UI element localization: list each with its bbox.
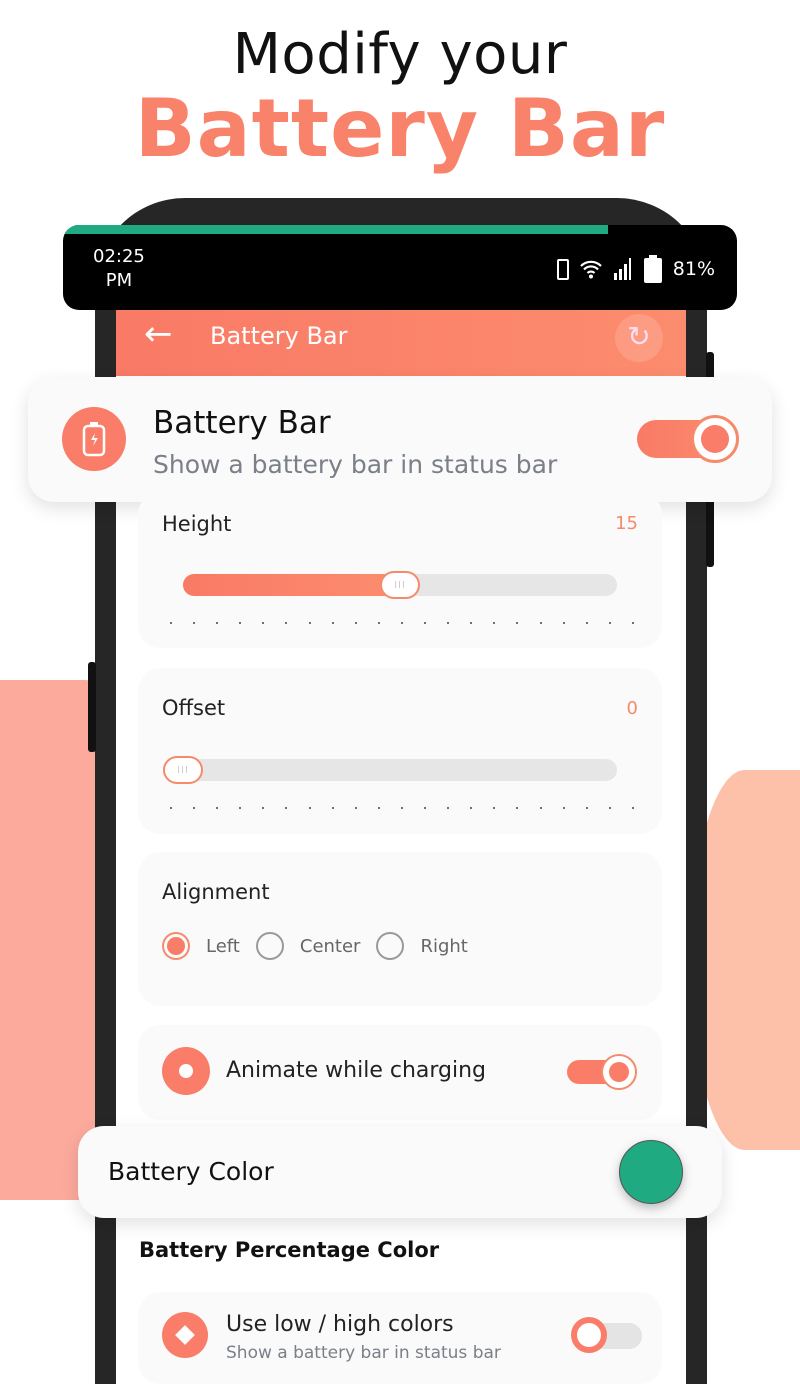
animation-icon — [162, 1047, 210, 1095]
radio-right[interactable] — [376, 932, 405, 960]
low-high-colors-card: Use low / high colors Show a battery bar… — [138, 1292, 662, 1384]
radio-right-label: Right — [420, 935, 468, 957]
percentage-color-heading: Battery Percentage Color — [139, 1238, 440, 1262]
animate-toggle[interactable] — [567, 1054, 637, 1090]
signal-icon — [613, 258, 631, 280]
headline-line2: Battery Bar — [134, 82, 666, 175]
battery-percent: 81% — [672, 258, 715, 280]
offset-slider-thumb[interactable]: III — [163, 756, 203, 784]
arrow-left-icon[interactable]: ← — [144, 314, 173, 354]
radio-center[interactable] — [255, 932, 284, 960]
animate-card: Animate while charging — [138, 1025, 662, 1120]
offset-slider[interactable]: III — [163, 756, 617, 784]
status-bar: 02:25 PM 81% — [63, 225, 737, 310]
animate-label: Animate while charging — [226, 1058, 487, 1083]
battery-color-card[interactable]: Battery Color — [78, 1126, 722, 1218]
battery-icon — [643, 255, 662, 283]
alignment-radio-group: Left Center Right — [162, 932, 484, 960]
height-ticks — [170, 622, 634, 624]
height-card: Height 15 III — [138, 492, 662, 648]
radio-left-label: Left — [206, 935, 240, 957]
height-slider-thumb[interactable]: III — [380, 571, 420, 599]
wifi-icon — [579, 260, 602, 279]
battery-level-bar — [63, 225, 608, 234]
phone-icon — [556, 258, 569, 280]
battery-bar-title: Battery Bar — [153, 405, 331, 441]
low-high-title: Use low / high colors — [226, 1312, 454, 1337]
battery-bar-toggle[interactable] — [637, 415, 739, 463]
headline-line1: Modify your — [232, 22, 568, 87]
battery-bar-subtitle: Show a battery bar in status bar — [153, 450, 558, 479]
height-value: 15 — [615, 513, 638, 534]
color-fill-icon — [162, 1312, 208, 1358]
ampm-text: PM — [105, 270, 133, 291]
radio-left[interactable] — [162, 932, 190, 960]
height-slider[interactable]: III — [183, 571, 617, 599]
low-high-subtitle: Show a battery bar in status bar — [226, 1343, 501, 1363]
alignment-label: Alignment — [162, 880, 270, 904]
alignment-card: Alignment Left Center Right — [138, 852, 662, 1006]
low-high-toggle[interactable] — [571, 1317, 642, 1353]
battery-bar-card: Battery Bar Show a battery bar in status… — [28, 377, 772, 502]
battery-color-label: Battery Color — [108, 1157, 274, 1186]
status-icons: 81% — [556, 255, 715, 283]
app-bar: ← Battery Bar ↻ — [116, 300, 686, 376]
offset-ticks — [170, 807, 634, 809]
status-time: 02:25 PM — [93, 245, 145, 293]
height-slider-fill — [183, 574, 400, 596]
time-text: 02:25 — [93, 246, 145, 267]
offset-label: Offset — [162, 696, 226, 720]
battery-charging-icon — [62, 407, 126, 471]
battery-color-swatch[interactable] — [619, 1140, 683, 1204]
offset-card: Offset 0 III — [138, 668, 662, 834]
refresh-icon[interactable]: ↻ — [615, 314, 663, 362]
offset-value: 0 — [626, 698, 638, 719]
height-label: Height — [162, 512, 232, 536]
radio-center-label: Center — [299, 935, 361, 957]
phone-side-button — [88, 662, 96, 752]
app-title: Battery Bar — [210, 322, 348, 350]
